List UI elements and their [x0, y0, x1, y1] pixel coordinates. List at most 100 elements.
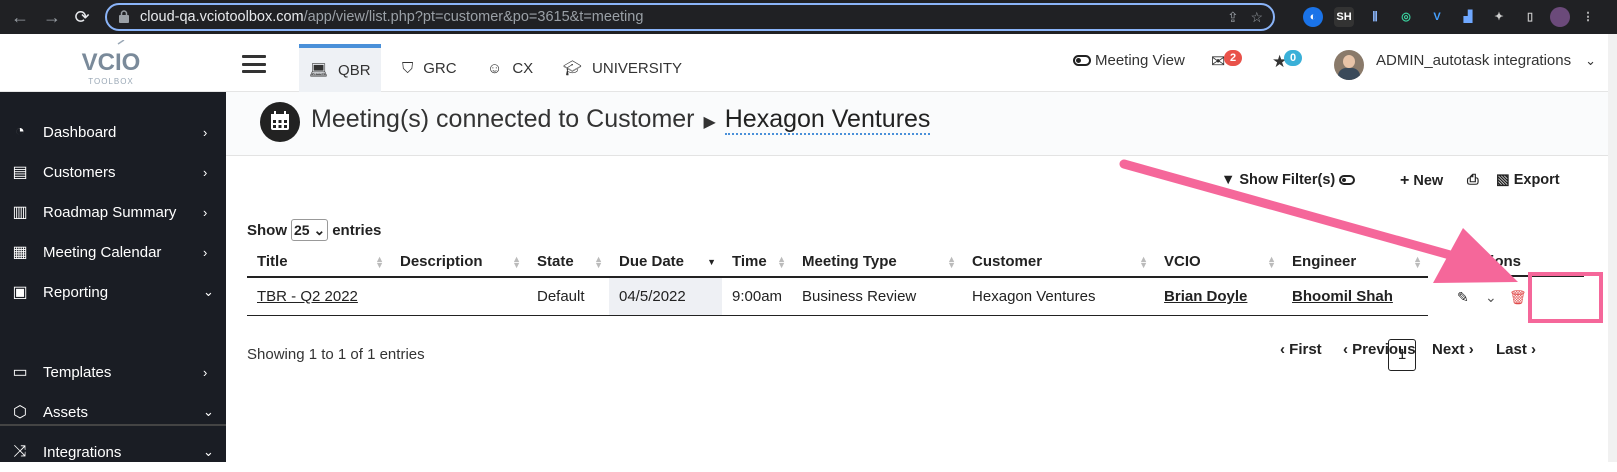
column-meeting-type[interactable]: Meeting Type ▲ ▼ — [792, 247, 963, 278]
address-bar-icons: ⇪ ☆ — [1227, 9, 1263, 26]
chevron-left-icon: ‹ — [1343, 341, 1348, 358]
entries-select[interactable]: 25 ⌄ — [291, 219, 329, 241]
delete-icon[interactable]: 🗑︎ — [1509, 289, 1527, 306]
address-bar[interactable]: cloud-qa.vciotoolbox.com/app/view/list.p… — [105, 3, 1275, 31]
print-icon[interactable]: ⎙ — [1467, 172, 1479, 188]
sidebar-item-integrations[interactable]: ⤨ Integrations ⌄ — [0, 432, 226, 472]
assets-icon: ⬡ — [13, 404, 27, 421]
tab-university-label: UNIVERSITY — [592, 59, 683, 77]
sidebar-item-reporting[interactable]: ▣ Reporting ⌄ — [0, 272, 226, 312]
browser-menu-icon[interactable]: ⋮ — [1578, 7, 1598, 27]
new-button[interactable]: + New — [1400, 172, 1443, 190]
meeting-title-link[interactable]: TBR - Q2 2022 — [247, 277, 390, 316]
calendar-icon — [260, 102, 300, 142]
sidebar-item-dashboard[interactable]: ◔ Dashboard › — [0, 112, 226, 152]
engineer-link[interactable]: Bhoomil Shah — [1282, 277, 1429, 316]
hamburger-menu-icon[interactable] — [242, 55, 266, 73]
column-time[interactable]: Time ▲ ▼ — [722, 247, 793, 278]
extension-icon[interactable]: ◐ — [1303, 7, 1323, 27]
laptop-icon: 💻︎ — [309, 62, 329, 79]
pagination-last[interactable]: Last › — [1496, 341, 1536, 358]
column-state-label: State — [537, 253, 574, 270]
tab-cx-label: CX — [512, 59, 534, 77]
chevron-down-icon: ⌄ — [203, 284, 214, 299]
column-customer-label: Customer — [972, 253, 1043, 270]
tab-grc[interactable]: ⛉ GRC — [392, 44, 467, 92]
side-panel-icon[interactable]: ▯ — [1520, 7, 1540, 27]
vcio-toolbox-logo[interactable]: VCIO TOOLBOX — [78, 40, 144, 90]
chevron-right-icon: › — [203, 204, 208, 220]
profile-avatar-icon[interactable] — [1550, 7, 1570, 27]
meeting-view-toggle[interactable]: Meeting View — [1073, 52, 1185, 69]
reload-icon[interactable]: ⟳ — [72, 7, 92, 27]
dashboard-icon: ◔ — [15, 123, 25, 140]
tab-cx[interactable]: ☺ CX — [477, 44, 543, 92]
column-description[interactable]: Description ▲ ▼ — [390, 247, 527, 278]
extension-chart-icon[interactable]: ▟ — [1458, 7, 1478, 27]
url-host: cloud-qa.vciotoolbox.com — [140, 9, 304, 25]
tab-university[interactable]: 🎓︎ UNIVERSITY — [553, 44, 692, 92]
plus-icon: + — [1400, 172, 1410, 189]
sidebar-item-label: Reporting — [43, 283, 109, 301]
column-vcio[interactable]: VCIO ▲ ▼ — [1154, 247, 1283, 278]
user-menu[interactable]: ADMIN_autotask integrations ⌄ — [1376, 52, 1596, 69]
file-excel-icon: ▧ — [1496, 172, 1510, 188]
sidebar-item-label: Customers — [43, 163, 116, 181]
forward-icon[interactable]: → — [42, 7, 62, 27]
export-button[interactable]: ▧ Export — [1496, 172, 1560, 188]
column-customer[interactable]: Customer ▲ ▼ — [962, 247, 1155, 278]
sort-icon: ▲ ▼ — [777, 254, 787, 270]
extension-ring-icon[interactable]: ◎ — [1396, 7, 1416, 27]
column-title[interactable]: Title ▲ ▼ — [247, 247, 390, 278]
pagination-page-1[interactable]: 1 — [1388, 339, 1416, 371]
more-icon[interactable]: ⌄ — [1485, 289, 1497, 306]
user-avatar[interactable] — [1334, 50, 1364, 80]
mail-icon[interactable]: ✉ — [1211, 52, 1225, 72]
tab-grc-label: GRC — [423, 59, 457, 77]
extension-sh-icon[interactable]: SH — [1334, 7, 1354, 27]
toggle-icon — [1339, 175, 1356, 185]
browser-toolbar: ← → ⟳ cloud-qa.vciotoolbox.com/app/view/… — [0, 0, 1617, 34]
show-filters-button[interactable]: ▼ Show Filter(s) — [1221, 172, 1356, 188]
sidebar-item-meeting-calendar[interactable]: ▦ Meeting Calendar › — [0, 232, 226, 272]
page-scrollbar[interactable] — [1608, 34, 1617, 462]
extension-bars-icon[interactable]: ⫼ — [1365, 7, 1385, 27]
mail-count-badge: 2 — [1224, 50, 1242, 66]
vcio-link[interactable]: Brian Doyle — [1154, 277, 1283, 316]
back-icon[interactable]: ← — [10, 7, 30, 27]
pagination-next[interactable]: Next › — [1432, 341, 1474, 358]
caret-right-icon: ▶ — [703, 114, 716, 131]
sort-icon: ▲ ▼ — [375, 254, 384, 270]
column-state[interactable]: State ▲ ▼ — [527, 247, 609, 278]
tab-qbr[interactable]: 💻︎ QBR — [299, 44, 381, 92]
extensions-puzzle-icon[interactable]: ✦ — [1489, 7, 1509, 27]
column-engineer[interactable]: Engineer ▲ ▼ — [1282, 247, 1429, 278]
chevron-right-icon: › — [203, 164, 208, 180]
annotation-highlight-box — [1528, 272, 1603, 323]
share-icon[interactable]: ⇪ — [1227, 9, 1239, 25]
sort-icon: ▲ ▼ — [947, 254, 957, 270]
star-count-badge: 0 — [1284, 50, 1302, 66]
sidebar-item-customers[interactable]: ▤ Customers › — [0, 152, 226, 192]
calendar-icon: ▦ — [12, 244, 28, 261]
sort-desc-icon: ▼ — [707, 257, 716, 267]
extension-v-icon[interactable]: V — [1427, 7, 1447, 27]
sidebar-item-assets[interactable]: ⬡ Assets ⌄ — [0, 392, 226, 432]
meeting-description — [390, 277, 527, 316]
edit-icon[interactable]: ✎ — [1457, 289, 1469, 306]
toggle-icon — [1073, 55, 1091, 66]
customer-link[interactable]: Hexagon Ventures — [724, 105, 931, 135]
sidebar-item-roadmap-summary[interactable]: ▥ Roadmap Summary › — [0, 192, 226, 232]
column-time-label: Time — [732, 253, 767, 270]
templates-icon: ▭ — [12, 364, 28, 381]
report-icon: ▣ — [12, 284, 28, 301]
meeting-type: Business Review — [792, 277, 963, 316]
sidebar-item-templates[interactable]: ▭ Templates › — [0, 352, 226, 392]
show-label: Show — [247, 221, 287, 239]
next-label: Next — [1432, 341, 1465, 358]
entries-label: entries — [332, 221, 382, 239]
pagination-first[interactable]: ‹ First — [1280, 341, 1322, 358]
bookmark-star-icon[interactable]: ☆ — [1250, 9, 1263, 25]
filter-icon: ▼ — [1221, 172, 1236, 188]
column-due-date[interactable]: Due Date ▼ — [609, 247, 722, 278]
